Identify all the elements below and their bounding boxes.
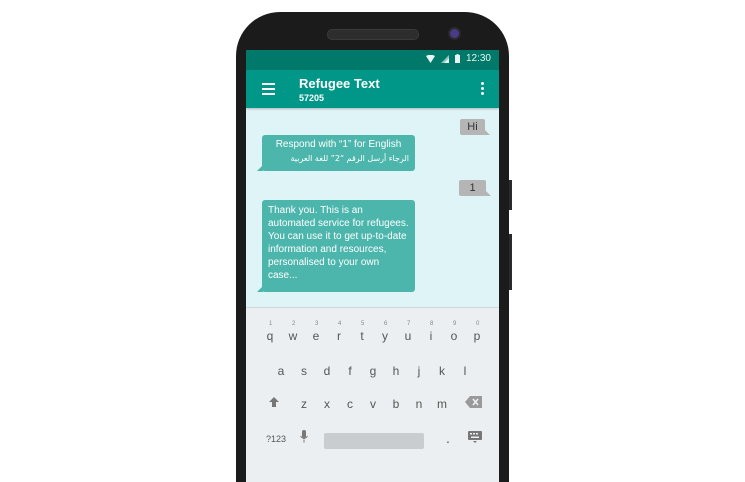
voice-input-key[interactable] — [297, 430, 311, 446]
message-text-arabic: الرجاء أرسل الرقم “2” للغة العربية — [290, 154, 409, 163]
key-i[interactable]: 8i — [424, 321, 438, 343]
message-text: Respond with “1” for English — [275, 139, 402, 150]
key-v[interactable]: v — [366, 397, 380, 411]
key-y[interactable]: 6y — [378, 321, 392, 343]
key-h[interactable]: h — [389, 364, 403, 378]
volume-button — [509, 234, 512, 290]
key-r[interactable]: 4r — [332, 321, 346, 343]
key-n[interactable]: n — [412, 397, 426, 411]
key-g[interactable]: g — [366, 364, 380, 378]
battery-icon — [454, 54, 460, 63]
hamburger-menu-icon[interactable] — [262, 83, 276, 95]
key-f[interactable]: f — [343, 364, 357, 378]
key-z[interactable]: z — [297, 397, 311, 411]
symbols-key[interactable]: ?123 — [264, 434, 288, 444]
message-incoming: Respond with “1” for English الرجاء أرسل… — [257, 135, 415, 171]
power-button — [509, 180, 512, 210]
shift-key[interactable] — [266, 396, 282, 412]
wifi-icon — [425, 54, 435, 63]
spacebar[interactable] — [324, 433, 424, 449]
key-b[interactable]: b — [389, 397, 403, 411]
key-t[interactable]: 5t — [355, 321, 369, 343]
message-outgoing: 1 — [459, 180, 491, 196]
keyboard: 1q 2w 3e 4r 5t 6y 7u 8i 9o 0p a s d f g … — [246, 307, 499, 482]
period-key[interactable]: . — [442, 430, 454, 446]
key-m[interactable]: m — [434, 397, 450, 411]
key-p[interactable]: 0p — [470, 321, 484, 343]
emoji-keyboard-key[interactable] — [466, 431, 484, 447]
front-camera — [450, 29, 459, 38]
key-q[interactable]: 1q — [263, 321, 277, 343]
key-u[interactable]: 7u — [401, 321, 415, 343]
conversation-title: Refugee Text — [299, 76, 380, 91]
message-text: Thank you. This is an automated service … — [268, 205, 409, 281]
conversation-number: 57205 — [299, 93, 325, 103]
backspace-key[interactable] — [463, 396, 483, 412]
app-bar: Refugee Text 57205 — [246, 70, 499, 108]
key-a[interactable]: a — [274, 364, 288, 378]
status-time: 12:30 — [465, 53, 491, 64]
keyboard-icon — [468, 431, 482, 443]
key-s[interactable]: s — [297, 364, 311, 378]
key-e[interactable]: 3e — [309, 321, 323, 343]
phone-screen: 12:30 Refugee Text 57205 Hi Respond with… — [246, 50, 499, 482]
speaker-grille — [327, 29, 419, 40]
status-bar: 12:30 — [246, 50, 499, 70]
phone-frame: 12:30 Refugee Text 57205 Hi Respond with… — [236, 12, 512, 482]
key-c[interactable]: c — [343, 397, 357, 411]
key-j[interactable]: j — [412, 364, 426, 378]
key-w[interactable]: 2w — [286, 321, 300, 343]
overflow-menu-icon[interactable] — [481, 82, 485, 96]
shift-arrow-icon — [269, 397, 279, 407]
backspace-icon — [464, 396, 482, 408]
key-x[interactable]: x — [320, 397, 334, 411]
key-l[interactable]: l — [458, 364, 472, 378]
key-k[interactable]: k — [435, 364, 449, 378]
key-d[interactable]: d — [320, 364, 334, 378]
signal-icon — [440, 54, 449, 63]
message-outgoing: Hi — [460, 119, 490, 135]
key-o[interactable]: 9o — [447, 321, 461, 343]
message-incoming: Thank you. This is an automated service … — [257, 200, 415, 292]
microphone-icon — [300, 430, 308, 443]
